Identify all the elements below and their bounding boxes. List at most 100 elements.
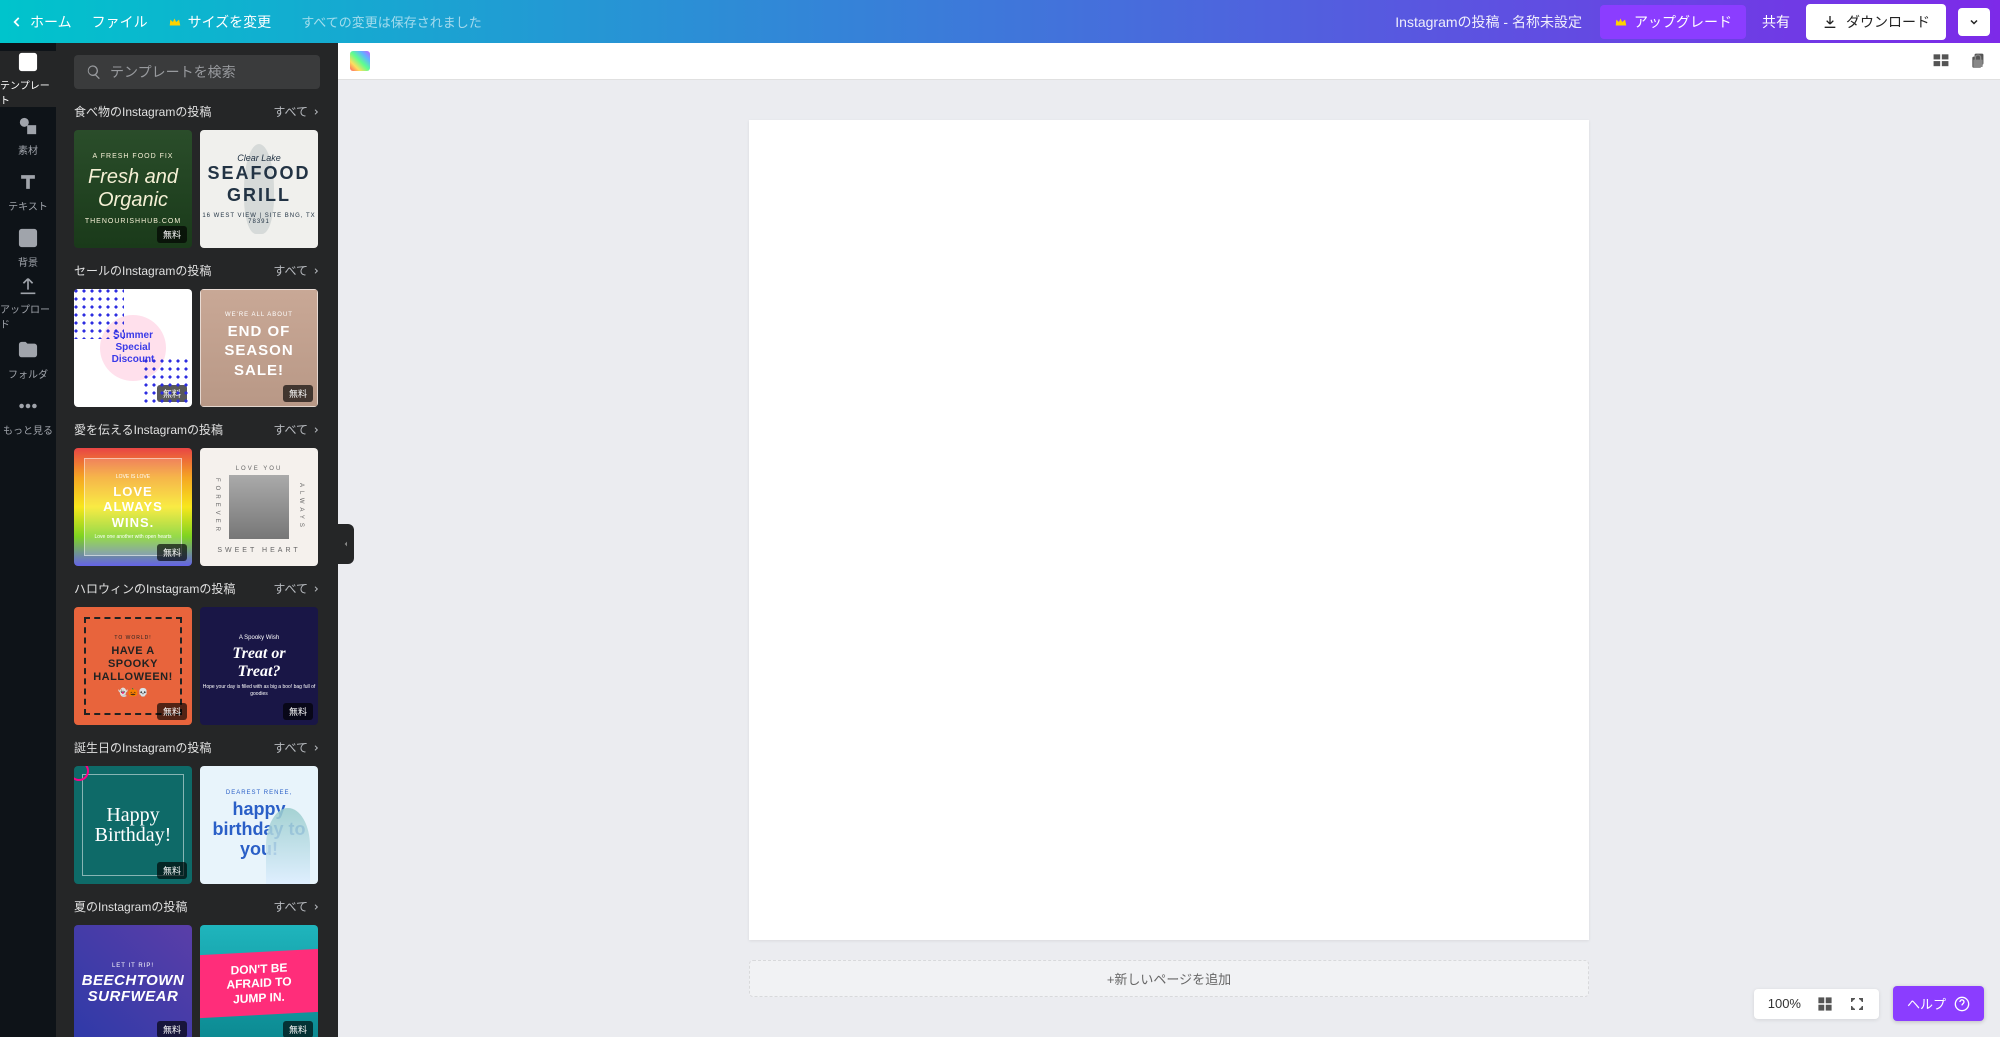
nav-text[interactable]: テキスト [0, 163, 56, 219]
background-icon [16, 226, 40, 250]
share-button[interactable]: 共有 [1758, 12, 1794, 32]
free-badge: 無料 [283, 1021, 313, 1037]
template-sale-2[interactable]: WE'RE ALL ABOUT END OF SEASON SALE! 無料 [200, 289, 318, 407]
nav-uploads-label: アップロード [0, 301, 56, 331]
upgrade-label: アップグレード [1634, 12, 1732, 32]
template-food-2[interactable]: Clear Lake SEAFOOD GRILL 16 WEST VIEW | … [200, 130, 318, 248]
grid-icon[interactable] [1817, 996, 1833, 1012]
color-picker-swatch[interactable] [350, 51, 370, 71]
folders-icon [16, 338, 40, 362]
bottom-bar: 100% ヘルプ [1754, 986, 1984, 1021]
crown-icon [168, 15, 182, 29]
chevron-right-icon [312, 426, 320, 434]
text-icon [16, 170, 40, 194]
free-badge: 無料 [157, 703, 187, 720]
see-all-sale[interactable]: すべて [273, 262, 320, 279]
nav-elements-label: 素材 [18, 142, 38, 157]
nav-more-label: もっと見る [3, 422, 53, 437]
cat-sale-title: セールのInstagramの投稿 [74, 262, 211, 279]
template-summer-1[interactable]: LET IT RIP! BEECHTOWN SURFWEAR 無料 [74, 925, 192, 1037]
cat-food-title: 食べ物のInstagramの投稿 [74, 103, 211, 120]
download-icon [1822, 14, 1838, 30]
template-love-2[interactable]: LOVE YOU FOREVER ALWAYS SWEET HEART [200, 448, 318, 566]
canvas-area[interactable]: +新しいページを追加 [338, 80, 2000, 1037]
grid-view-icon[interactable] [1932, 52, 1950, 70]
nav-uploads[interactable]: アップロード [0, 275, 56, 331]
search-box[interactable] [74, 55, 320, 89]
resize-button[interactable]: サイズを変更 [168, 12, 272, 32]
upgrade-button[interactable]: アップグレード [1600, 5, 1746, 39]
cat-birthday-title: 誕生日のInstagramの投稿 [74, 739, 211, 756]
free-badge: 無料 [157, 862, 187, 879]
icon-sidebar: テンプレート 素材 テキスト 背景 アップロード フォルダ もっと見る [0, 43, 56, 1037]
category-summer: 夏のInstagramの投稿 すべて LET IT RIP! BEECHTOWN… [74, 898, 320, 1037]
help-label: ヘルプ [1907, 994, 1946, 1013]
nav-templates-label: テンプレート [0, 77, 56, 107]
templates-panel: 食べ物のInstagramの投稿 すべて A FRESH FOOD FIX Fr… [56, 43, 338, 1037]
template-birthday-2[interactable]: DEAREST RENEE, happy birthday to you! [200, 766, 318, 884]
nav-elements[interactable]: 素材 [0, 107, 56, 163]
free-badge: 無料 [283, 703, 313, 720]
see-all-summer[interactable]: すべて [273, 898, 320, 915]
cat-summer-title: 夏のInstagramの投稿 [74, 898, 187, 915]
nav-folders[interactable]: フォルダ [0, 331, 56, 387]
download-button[interactable]: ダウンロード [1806, 4, 1946, 40]
category-birthday: 誕生日のInstagramの投稿 すべて Happy Birthday! 無料 … [74, 739, 320, 884]
nav-text-label: テキスト [8, 198, 48, 213]
photo-placeholder [229, 475, 289, 539]
nav-background[interactable]: 背景 [0, 219, 56, 275]
file-menu[interactable]: ファイル [92, 12, 148, 32]
search-input[interactable] [110, 64, 308, 80]
elements-icon [16, 114, 40, 138]
home-button[interactable]: ホーム [10, 12, 72, 32]
zoom-controls: 100% [1754, 989, 1879, 1019]
template-halloween-1[interactable]: TO WORLD! HAVE A SPOOKY HALLOWEEN! 👻🎃💀 無… [74, 607, 192, 725]
nav-background-label: 背景 [18, 254, 38, 269]
chevron-right-icon [312, 585, 320, 593]
see-all-food[interactable]: すべて [273, 103, 320, 120]
fullscreen-icon[interactable] [1849, 996, 1865, 1012]
question-icon [1954, 996, 1970, 1012]
top-bar: ホーム ファイル サイズを変更 すべての変更は保存されました Instagram… [0, 0, 2000, 43]
add-page-button[interactable]: +新しいページを追加 [749, 960, 1589, 997]
save-status: すべての変更は保存されました [301, 12, 482, 31]
download-dropdown[interactable] [1958, 8, 1990, 36]
see-all-love[interactable]: すべて [273, 421, 320, 438]
category-love: 愛を伝えるInstagramの投稿 すべて LOVE IS LOVE LOVE … [74, 421, 320, 566]
nav-more[interactable]: もっと見る [0, 387, 56, 443]
zoom-value[interactable]: 100% [1768, 996, 1801, 1011]
back-arrow-icon [10, 15, 24, 29]
uploads-icon [16, 275, 40, 297]
template-halloween-2[interactable]: A Spooky Wish Treat or Treat? Hope your … [200, 607, 318, 725]
chevron-down-icon [1968, 16, 1980, 28]
help-button[interactable]: ヘルプ [1893, 986, 1984, 1021]
template-sale-1[interactable]: Summer Special Discount 無料 [74, 289, 192, 407]
nav-templates[interactable]: テンプレート [0, 51, 56, 107]
template-food-1[interactable]: A FRESH FOOD FIX Fresh and Organic THENO… [74, 130, 192, 248]
template-birthday-1[interactable]: Happy Birthday! 無料 [74, 766, 192, 884]
see-all-halloween[interactable]: すべて [273, 580, 320, 597]
cat-halloween-title: ハロウィンのInstagramの投稿 [74, 580, 235, 597]
free-badge: 無料 [157, 385, 187, 402]
lock-icon[interactable] [1970, 53, 1986, 69]
category-food: 食べ物のInstagramの投稿 すべて A FRESH FOOD FIX Fr… [74, 103, 320, 248]
chevron-right-icon [312, 744, 320, 752]
document-title[interactable]: Instagramの投稿 - 名称未設定 [1395, 12, 1582, 32]
collapse-panel-handle[interactable] [338, 524, 354, 564]
free-badge: 無料 [157, 544, 187, 561]
editor-toolbar [338, 43, 2000, 80]
topbar-right: Instagramの投稿 - 名称未設定 アップグレード 共有 ダウンロード [1395, 4, 1990, 40]
chevron-left-icon [342, 538, 350, 550]
see-all-birthday[interactable]: すべて [273, 739, 320, 756]
free-badge: 無料 [283, 385, 313, 402]
chevron-right-icon [312, 903, 320, 911]
more-icon [16, 394, 40, 418]
topbar-left: ホーム ファイル サイズを変更 すべての変更は保存されました [10, 12, 482, 32]
search-icon [86, 64, 102, 80]
free-badge: 無料 [157, 1021, 187, 1037]
home-label: ホーム [30, 12, 72, 32]
template-summer-2[interactable]: DON'T BE AFRAID TO JUMP IN. 無料 [200, 925, 318, 1037]
page-canvas[interactable] [749, 120, 1589, 940]
free-badge: 無料 [157, 226, 187, 243]
template-love-1[interactable]: LOVE IS LOVE LOVE ALWAYS WINS. Love one … [74, 448, 192, 566]
